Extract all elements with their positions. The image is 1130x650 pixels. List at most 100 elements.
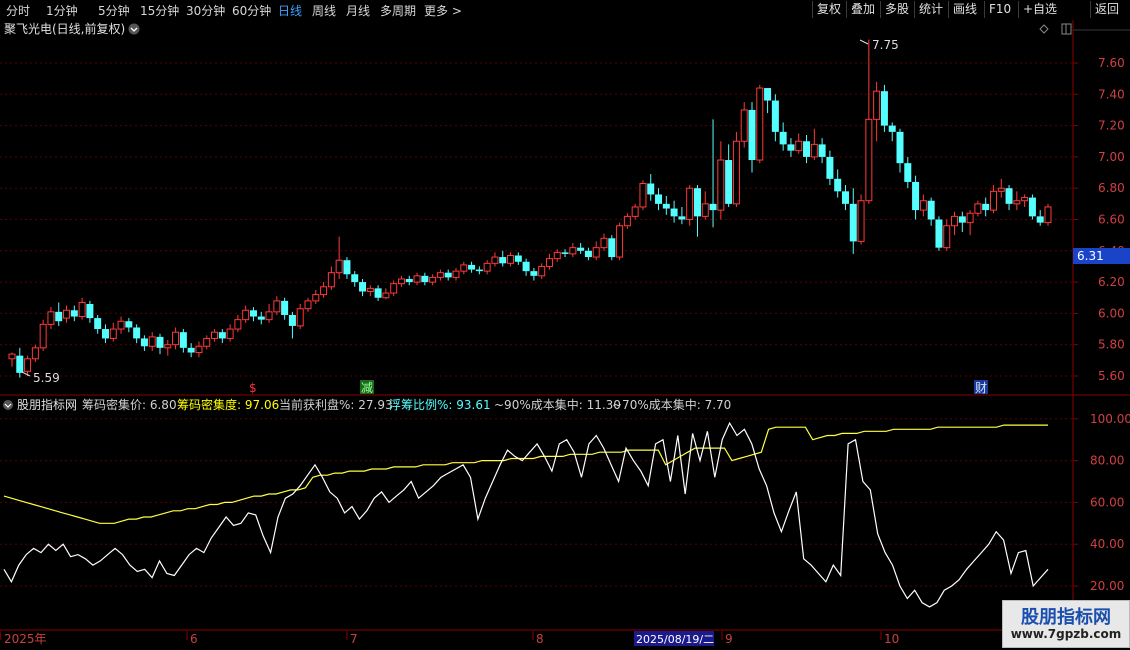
candle-body (187, 347, 195, 353)
candle-body (452, 270, 460, 278)
candle-body (865, 118, 873, 202)
tab-weekly[interactable]: 周线 (312, 2, 336, 19)
candle-body (1044, 206, 1052, 224)
price-tick-label: 7.40 (1098, 87, 1125, 101)
dividend-marker[interactable]: $ (249, 381, 257, 395)
tab-monthly[interactable]: 月线 (346, 2, 370, 19)
date-label-year: 2025年 (4, 632, 47, 646)
stock-chart[interactable]: 聚飞光电(日线,前复权) 7.607.407.207.006.806.606.4… (0, 20, 1130, 650)
candle-body (927, 200, 935, 220)
tab-30min[interactable]: 30分钟 (186, 2, 225, 19)
add-favorite-button[interactable]: +自选 (1018, 1, 1061, 18)
candle-body (631, 206, 639, 217)
price-tick-label: 7.20 (1098, 119, 1125, 133)
candle-body (686, 187, 694, 220)
candle-body (740, 109, 748, 142)
candle-body (172, 331, 180, 346)
candle-body (880, 91, 888, 126)
candle-body (616, 225, 624, 258)
date-label-jul: 7 (350, 632, 358, 646)
candle-body (639, 183, 647, 208)
indicator-cost70: ~70%成本集中: 7.70 (612, 397, 731, 412)
indicator-tick-label: 100.00 (1090, 412, 1130, 426)
indicator-float-ratio: 浮筹比例%: 93.61 (389, 398, 491, 412)
overlay-button[interactable]: 叠加 (846, 1, 879, 18)
candle-body (491, 256, 499, 264)
candle-body (70, 310, 78, 317)
candle-body (468, 264, 476, 270)
candle-body (725, 160, 733, 204)
candle-body (732, 140, 740, 205)
candle-body (78, 301, 86, 318)
candle-body (834, 178, 842, 192)
candle-body (989, 190, 997, 211)
candle-body (359, 282, 367, 292)
candle-body (374, 288, 382, 298)
candle-body (39, 323, 47, 349)
candle-body (273, 300, 281, 313)
reduce-marker[interactable]: 减 (361, 381, 373, 395)
candle-body (997, 187, 1005, 192)
candle-body (24, 358, 32, 372)
statistics-button[interactable]: 统计 (914, 1, 947, 18)
candle-body (366, 287, 374, 292)
candle-body (709, 203, 717, 211)
candle-body (413, 275, 421, 283)
indicator-menu-icon[interactable] (3, 400, 13, 410)
candle-body (561, 252, 569, 254)
candle-body (538, 265, 546, 277)
candle-body (382, 292, 390, 299)
candle-body (397, 278, 405, 285)
candle-body (693, 188, 701, 217)
candle-body (1021, 197, 1029, 202)
candle-body (55, 311, 63, 322)
candle-body (429, 276, 437, 283)
price-tick-label: 7.60 (1098, 56, 1125, 70)
date-label-oct: 10 (884, 632, 899, 646)
multi-stock-button[interactable]: 多股 (880, 1, 913, 18)
candle-body (904, 163, 912, 182)
candle-body (912, 181, 920, 211)
watermark-url: www.7gpzb.com (1010, 627, 1122, 641)
draw-line-button[interactable]: 画线 (948, 1, 981, 18)
candle-body (483, 262, 491, 272)
candle-body (873, 90, 881, 120)
candle-body (444, 272, 452, 278)
finance-marker[interactable]: 财 (975, 381, 987, 395)
candle-body (351, 274, 359, 283)
candle-body (242, 309, 250, 321)
f10-button[interactable]: F10 (984, 1, 1015, 18)
candle-body (655, 194, 663, 204)
candle-body (304, 300, 312, 310)
candle-body (195, 345, 203, 354)
tab-multi-period[interactable]: 多周期 (380, 2, 416, 19)
indicator-name[interactable]: 股朋指标网 (17, 397, 77, 412)
title-dropdown-icon[interactable] (128, 23, 140, 35)
tab-15min[interactable]: 15分钟 (140, 2, 179, 19)
site-watermark: 股朋指标网 www.7gpzb.com (1002, 600, 1130, 648)
tab-5min[interactable]: 5分钟 (98, 2, 130, 19)
candle-body (1028, 197, 1036, 217)
candle-body (335, 259, 343, 274)
candle-body (281, 300, 289, 315)
candle-body (803, 141, 811, 157)
candle-body (156, 336, 164, 348)
candle-body (888, 125, 896, 132)
candle-body (982, 203, 990, 211)
tab-1min[interactable]: 1分钟 (46, 2, 78, 19)
indicator-chip-price: 筹码密集价: 6.80 (82, 397, 177, 412)
candle-body (148, 336, 156, 347)
candle-body (600, 237, 608, 249)
restore-rights-button[interactable]: 复权 (812, 1, 845, 18)
tab-60min[interactable]: 60分钟 (232, 2, 271, 19)
candle-body (1013, 200, 1021, 205)
candle-body (288, 314, 296, 326)
candle-body (530, 271, 538, 276)
candle-body (818, 144, 826, 157)
back-button[interactable]: 返回 (1090, 1, 1123, 18)
price-tick-label: 5.80 (1098, 338, 1125, 352)
candle-body (109, 328, 117, 339)
tab-timeshare[interactable]: 分时 (6, 2, 30, 19)
tab-daily[interactable]: 日线 (278, 2, 302, 19)
tab-more[interactable]: 更多 > (424, 2, 462, 19)
